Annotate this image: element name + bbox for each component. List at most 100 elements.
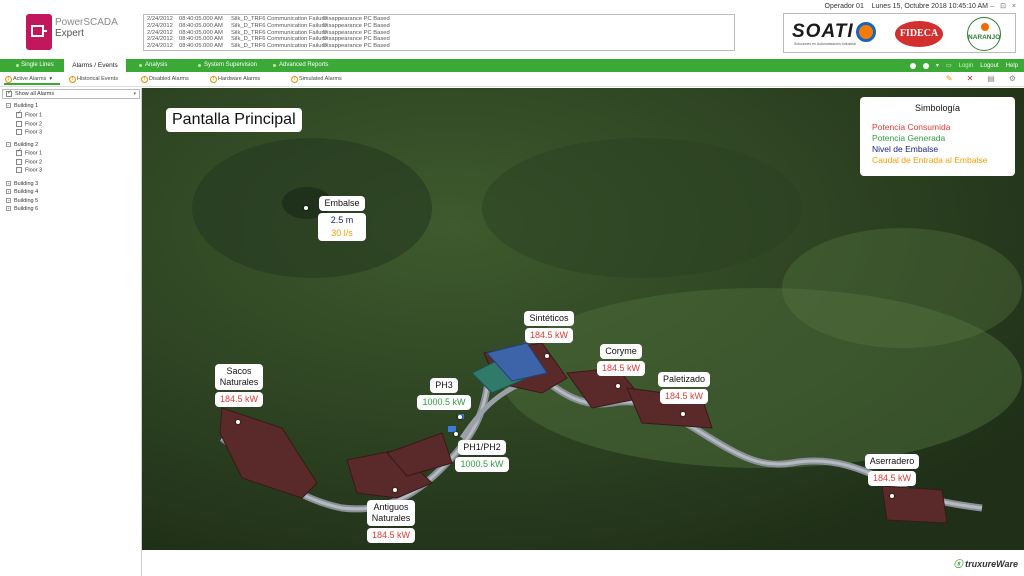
plant-name: Antiguos Naturales bbox=[366, 500, 416, 526]
alarm-ticker[interactable]: 2/24/2012 08:40:05.000 AM Silk_D_TRF6 Co… bbox=[143, 14, 735, 51]
tree-building-3[interactable]: + Building 3 bbox=[6, 181, 38, 188]
alarm-source: Silk_D_TRF6 bbox=[231, 16, 266, 22]
location-pin-icon bbox=[458, 415, 462, 419]
tab-historical-events[interactable]: ! Historical Events bbox=[68, 74, 118, 85]
tree-floor[interactable]: Floor 2 bbox=[16, 159, 42, 166]
brand-logos: SOATI Soluciones en Automatización Indus… bbox=[783, 13, 1016, 53]
collapse-icon[interactable]: − bbox=[6, 142, 11, 148]
tab-label: Alarms / Events bbox=[72, 62, 118, 69]
tab-label: Historical Events bbox=[77, 76, 118, 82]
tree-label: Floor 2 bbox=[25, 121, 43, 128]
alarm-row[interactable]: 2/24/2012 08:40:05.000 AM Silk_D_TRF6 Co… bbox=[147, 16, 731, 23]
tree-label: Floor 2 bbox=[25, 159, 43, 166]
logout-link[interactable]: Logout bbox=[980, 63, 998, 69]
help-link[interactable]: Help bbox=[1006, 63, 1018, 69]
gear-icon[interactable]: ⚙ bbox=[1009, 74, 1016, 83]
location-pin-icon bbox=[616, 384, 620, 388]
alarm-message: Communication Failure bbox=[267, 36, 327, 43]
plant-aserradero[interactable]: Aserradero 184.5 kW bbox=[860, 454, 924, 486]
tab-active-alarms[interactable]: ! Active Alarms ▾ bbox=[4, 74, 60, 85]
checkbox[interactable] bbox=[16, 121, 22, 127]
legend-panel: Simbología Potencia Consumida Potencia G… bbox=[860, 97, 1015, 176]
plant-antiguos-naturales[interactable]: Antiguos Naturales 184.5 kW bbox=[360, 500, 422, 543]
tab-label: System Supervision bbox=[204, 62, 258, 68]
login-link[interactable]: Login bbox=[959, 63, 974, 69]
checkbox[interactable] bbox=[6, 89, 12, 97]
tab-label: Disabled Alarms bbox=[149, 76, 189, 82]
legend-item-generated: Potencia Generada bbox=[872, 133, 946, 143]
alarm-row[interactable]: 2/24/2012 08:40:05.000 AM Silk_D_TRF6 Co… bbox=[147, 43, 731, 50]
plant-name: Embalse bbox=[319, 196, 365, 211]
expand-icon[interactable]: + bbox=[6, 189, 11, 195]
tree-floor[interactable]: Floor 1 bbox=[16, 148, 42, 157]
tab-disabled-alarms[interactable]: ! Disabled Alarms bbox=[140, 74, 189, 85]
tab-label: Advanced Reports bbox=[279, 62, 329, 68]
naranjo-logo: NARANJO bbox=[967, 17, 1001, 51]
plant-name: Sacos Naturales bbox=[214, 364, 264, 390]
tree-building-1[interactable]: − Building 1 bbox=[6, 103, 38, 110]
tree-floor[interactable]: Floor 1 bbox=[16, 110, 43, 119]
tab-system-supervision[interactable]: System Supervision bbox=[196, 59, 257, 72]
tree-label: Building 3 bbox=[14, 181, 39, 187]
checkbox[interactable] bbox=[16, 167, 22, 173]
plant-paletizado[interactable]: Paletizado 184.5 kW bbox=[652, 372, 716, 404]
tree-building-2[interactable]: − Building 2 bbox=[6, 142, 38, 149]
tree-building-6[interactable]: + Building 6 bbox=[6, 206, 38, 213]
tab-single-lines[interactable]: Single Lines bbox=[4, 59, 64, 72]
plant-ph1-ph2[interactable]: PH1/PH2 1000.5 kW bbox=[452, 440, 512, 472]
subbar-tools: ✎ ✕ ▤ ⚙ bbox=[946, 74, 1016, 83]
mute-icon[interactable]: ✕ bbox=[967, 74, 974, 83]
plant-name: Sintéticos bbox=[524, 311, 574, 326]
tab-simulated-alarms[interactable]: ! Simulated Alarms bbox=[290, 74, 342, 85]
alarm-row[interactable]: 2/24/2012 08:40:05.000 AM Silk_D_TRF6 Co… bbox=[147, 30, 731, 37]
chevron-down-icon[interactable]: ▾ bbox=[936, 62, 939, 69]
collapse-icon[interactable]: − bbox=[6, 103, 11, 109]
plant-ph3[interactable]: PH3 1000.5 kW bbox=[414, 378, 474, 410]
plant-sinteticos[interactable]: Sintéticos 184.5 kW bbox=[518, 311, 580, 343]
tree-building-5[interactable]: + Building 5 bbox=[6, 198, 38, 205]
expand-icon[interactable]: + bbox=[6, 206, 11, 212]
alarm-time: 08:40:05.000 AM bbox=[179, 16, 223, 22]
plant-coryme[interactable]: Coryme 184.5 kW bbox=[590, 344, 652, 376]
tab-alarms-events[interactable]: Alarms / Events bbox=[64, 59, 126, 72]
tree-label: Floor 1 bbox=[25, 112, 43, 119]
screen-icon[interactable]: ▭ bbox=[946, 62, 952, 69]
checkbox[interactable] bbox=[16, 129, 22, 135]
alarm-row[interactable]: 2/24/2012 08:40:05.000 AM Silk_D_TRF6 Co… bbox=[147, 23, 731, 30]
window-controls[interactable]: – ⊡ × bbox=[990, 2, 1018, 10]
checkbox[interactable] bbox=[16, 110, 22, 118]
back-icon[interactable] bbox=[909, 62, 916, 69]
show-all-label: Show all Alarms bbox=[15, 91, 55, 97]
naranjo-label: NARANJO bbox=[968, 34, 1001, 41]
checkbox[interactable] bbox=[16, 148, 22, 156]
alarm-description: Disappearance PC Based bbox=[323, 36, 390, 43]
expand-icon[interactable]: + bbox=[6, 198, 11, 204]
alarm-row[interactable]: 2/24/2012 08:40:05.000 AM Silk_D_TRF6 Co… bbox=[147, 36, 731, 43]
warning-icon: ! bbox=[291, 76, 298, 83]
plant-embalse[interactable]: Embalse 2.5 m 30 l/s bbox=[315, 196, 369, 241]
checkbox[interactable] bbox=[16, 159, 22, 165]
legend-item-reservoir-level: Nivel de Embalse bbox=[872, 144, 939, 154]
edit-icon[interactable]: ✎ bbox=[946, 74, 953, 83]
tree-floor[interactable]: Floor 2 bbox=[16, 121, 42, 128]
alarm-message: Communication Failure bbox=[267, 29, 327, 36]
plant-power-value: 184.5 kW bbox=[867, 471, 917, 486]
location-pin-icon bbox=[236, 420, 240, 424]
plant-power-value: 184.5 kW bbox=[659, 389, 709, 404]
tree-floor[interactable]: Floor 3 bbox=[16, 167, 42, 174]
show-all-alarms-select[interactable]: Show all Alarms ▾ bbox=[2, 89, 140, 99]
print-icon[interactable]: ▤ bbox=[987, 74, 995, 83]
location-pin-icon bbox=[304, 206, 308, 210]
forward-icon[interactable] bbox=[922, 62, 929, 69]
operator-name: Operador 01 bbox=[824, 3, 864, 10]
expand-icon[interactable]: + bbox=[6, 181, 11, 187]
tab-hardware-alarms[interactable]: ! Hardware Alarms bbox=[209, 74, 260, 85]
tab-advanced-reports[interactable]: Advanced Reports bbox=[271, 59, 328, 72]
tab-analysis[interactable]: Analysis bbox=[137, 59, 167, 72]
plant-power-value: 184.5 kW bbox=[524, 328, 574, 343]
plant-sacos-naturales[interactable]: Sacos Naturales 184.5 kW bbox=[208, 364, 270, 407]
tree-label: Building 5 bbox=[14, 198, 39, 204]
plant-name: Aserradero bbox=[864, 454, 920, 469]
tree-building-4[interactable]: + Building 4 bbox=[6, 189, 38, 196]
tree-floor[interactable]: Floor 3 bbox=[16, 129, 42, 136]
